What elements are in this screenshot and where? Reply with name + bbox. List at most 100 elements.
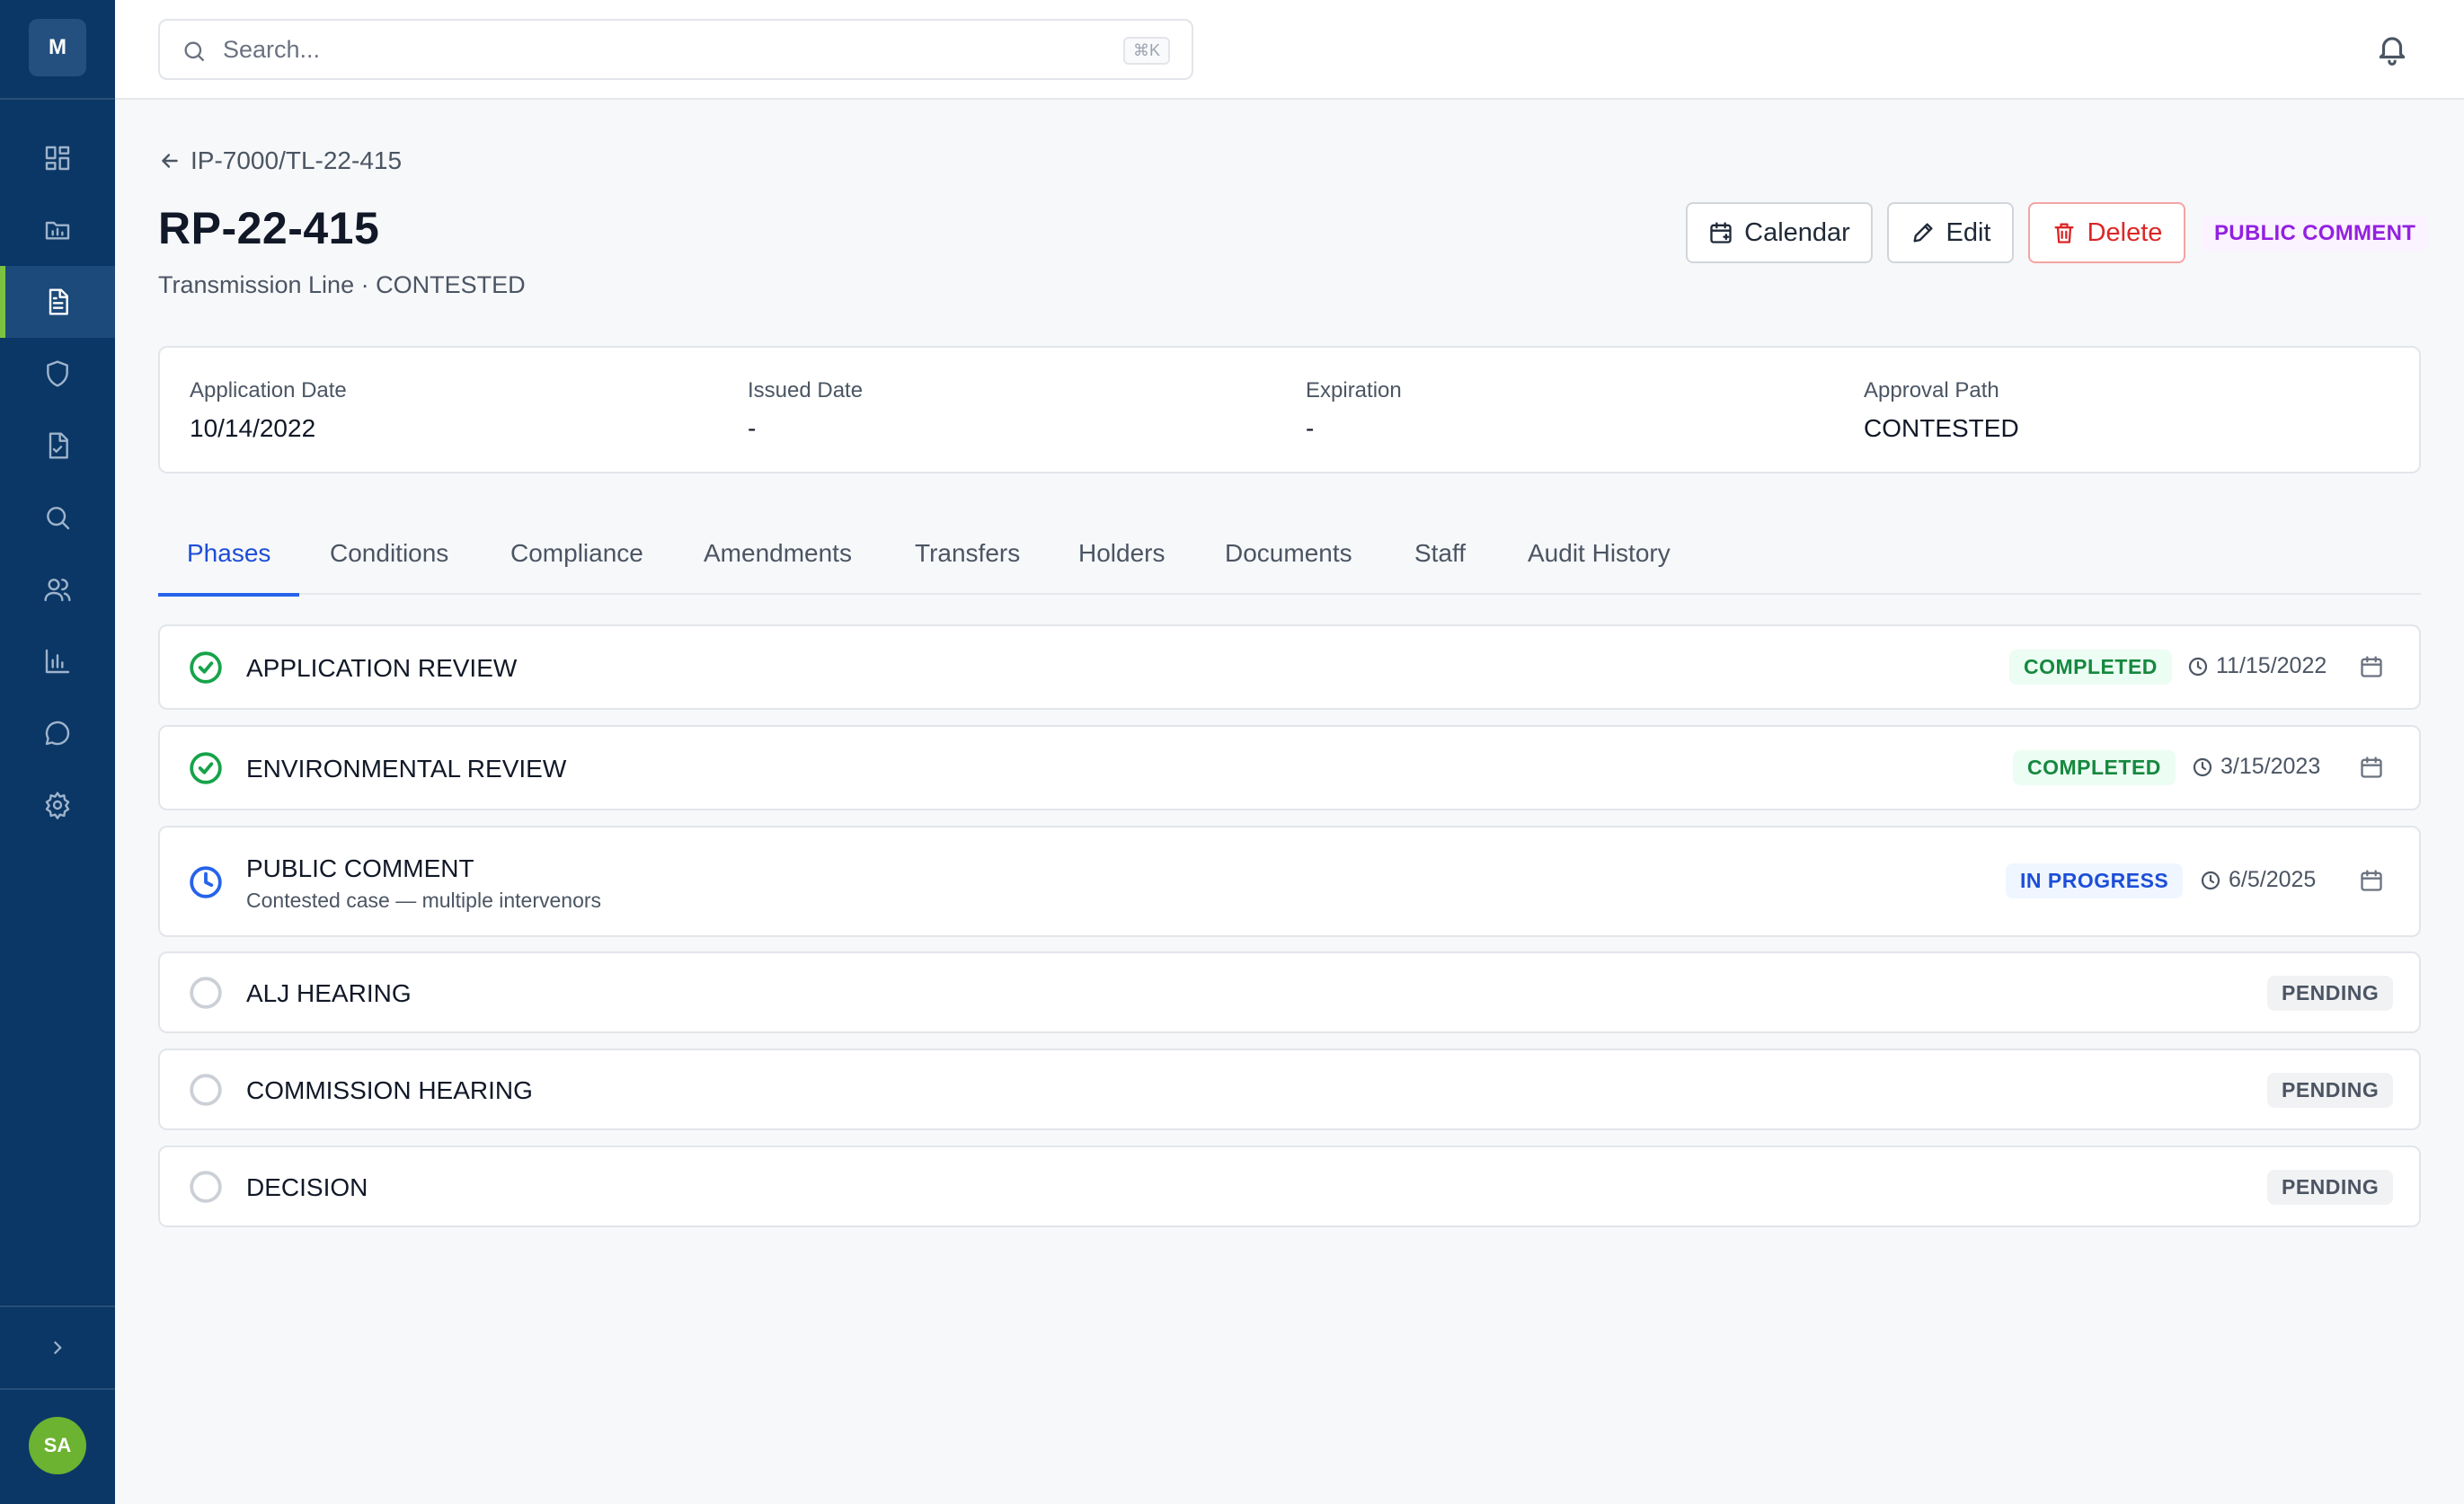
search-shortcut-hint: ⌘K [1122, 37, 1170, 65]
calendar-button[interactable]: Calendar [1686, 202, 1873, 263]
sidebar-item-users[interactable] [0, 553, 115, 625]
gear-icon [45, 792, 70, 819]
phase-name: APPLICATION REVIEW [246, 654, 518, 682]
sidebar-item-search[interactable] [0, 482, 115, 553]
phase-row[interactable]: DECISION PENDING [158, 1146, 2421, 1227]
search-icon [184, 41, 205, 62]
phase-name: DECISION [246, 1173, 368, 1201]
clock-icon [2201, 871, 2220, 889]
sidebar: M SA [0, 0, 115, 1504]
folder-icon [45, 221, 70, 240]
expiration-label: Expiration [1306, 378, 1402, 403]
sidebar-divider [0, 98, 115, 100]
trash-icon [2054, 223, 2074, 243]
top-bar: ⌘K [115, 0, 2464, 100]
phase-date: 3/15/2023 [2192, 754, 2320, 780]
empty-circle-icon [189, 1073, 223, 1107]
phase-date-value: 11/15/2022 [2216, 653, 2327, 678]
search-input[interactable] [223, 33, 1032, 66]
clock-icon [2188, 657, 2208, 676]
sidebar-item-approvals[interactable] [0, 410, 115, 482]
document-icon [49, 288, 68, 315]
calendar-plus-icon [1710, 222, 1732, 243]
sidebar-expand-button[interactable] [0, 1312, 115, 1384]
expiration-field: Expiration - [1306, 378, 1402, 443]
sidebar-item-permits[interactable] [0, 266, 115, 338]
sidebar-divider [0, 1388, 115, 1390]
users-icon [44, 579, 71, 602]
bell-icon [2379, 37, 2406, 66]
check-circle-icon [189, 650, 223, 685]
calendar-icon [2361, 656, 2382, 677]
grid-icon [45, 146, 70, 171]
page-title: RP-22-415 [158, 203, 380, 253]
pencil-icon [1913, 223, 1932, 243]
phase-calendar-button[interactable] [2359, 868, 2386, 895]
tab-holders[interactable]: Holders [1078, 526, 1165, 595]
notifications-button[interactable] [2371, 27, 2414, 70]
empty-circle-icon [189, 976, 223, 1010]
tab-staff[interactable]: Staff [1414, 526, 1466, 595]
phase-name: COMMISSION HEARING [246, 1076, 533, 1104]
edit-button[interactable]: Edit [1887, 202, 2014, 263]
edit-button-label: Edit [1945, 217, 1991, 247]
bar-chart-icon [45, 649, 70, 674]
sidebar-divider [0, 1305, 115, 1307]
clock-icon [189, 865, 223, 899]
phase-status-badge: COMPLETED [2009, 650, 2172, 685]
search-box[interactable]: ⌘K [158, 19, 1193, 80]
phase-row[interactable]: APPLICATION REVIEW COMPLETED 11/15/2022 [158, 624, 2421, 710]
issued-date-value: - [748, 414, 757, 442]
phase-status-badge: PENDING [2267, 976, 2394, 1011]
phase-date: 6/5/2025 [2200, 867, 2316, 893]
sidebar-item-reports[interactable] [0, 625, 115, 697]
tab-amendments[interactable]: Amendments [704, 526, 852, 595]
arrow-left-icon [162, 154, 178, 168]
application-date-label: Application Date [190, 378, 347, 403]
tab-audit-history[interactable]: Audit History [1528, 526, 1671, 595]
delete-button-label: Delete [2087, 217, 2163, 247]
chat-icon [45, 721, 70, 746]
phase-status-badge: PENDING [2267, 1170, 2394, 1205]
tab-transfers[interactable]: Transfers [915, 526, 1020, 595]
tab-documents[interactable]: Documents [1225, 526, 1352, 595]
sidebar-item-security[interactable] [0, 338, 115, 410]
phase-row[interactable]: ENVIRONMENTAL REVIEW COMPLETED 3/15/2023 [158, 725, 2421, 810]
approval-path-value: CONTESTED [1864, 414, 2019, 442]
search-icon [47, 507, 70, 530]
application-date-field: Application Date 10/14/2022 [190, 378, 347, 443]
phase-calendar-button[interactable] [2359, 654, 2386, 681]
delete-button[interactable]: Delete [2028, 202, 2185, 263]
tab-phases[interactable]: Phases [158, 526, 300, 597]
application-date-value: 10/14/2022 [190, 414, 316, 442]
app-logo[interactable]: M [29, 19, 86, 76]
issued-date-field: Issued Date - [748, 378, 863, 443]
tab-compliance[interactable]: Compliance [510, 526, 643, 595]
phase-date-value: 3/15/2023 [2220, 754, 2321, 779]
phase-row[interactable]: PUBLIC COMMENT Contested case — multiple… [158, 826, 2421, 937]
phase-note: Contested case — multiple intervenors [246, 889, 602, 912]
sidebar-item-dashboard[interactable] [0, 122, 115, 194]
sidebar-item-projects[interactable] [0, 194, 115, 266]
phase-status-badge: PENDING [2267, 1073, 2394, 1108]
breadcrumb-label[interactable]: IP-7000/TL-22-415 [191, 146, 402, 175]
status-badge: PUBLIC COMMENT [2202, 216, 2429, 252]
issued-date-label: Issued Date [748, 378, 864, 403]
phase-row[interactable]: COMMISSION HEARING PENDING [158, 1048, 2421, 1130]
sidebar-item-messages[interactable] [0, 697, 115, 769]
phase-name: ENVIRONMENTAL REVIEW [246, 755, 567, 783]
permit-info-card: Application Date 10/14/2022 Issued Date … [158, 346, 2421, 473]
tab-conditions[interactable]: Conditions [330, 526, 448, 595]
phase-date-value: 6/5/2025 [2229, 867, 2317, 892]
clock-icon [2193, 757, 2212, 776]
calendar-icon [2361, 870, 2382, 891]
expiration-value: - [1306, 414, 1315, 442]
sidebar-item-settings[interactable] [0, 769, 115, 841]
check-circle-icon [189, 751, 223, 785]
user-avatar[interactable]: SA [29, 1417, 86, 1474]
phase-calendar-button[interactable] [2359, 755, 2386, 782]
breadcrumb[interactable]: IP-7000/TL-22-415 [158, 146, 402, 175]
calendar-icon [2361, 756, 2382, 778]
phase-row[interactable]: ALJ HEARING PENDING [158, 951, 2421, 1033]
shield-icon [47, 360, 68, 387]
